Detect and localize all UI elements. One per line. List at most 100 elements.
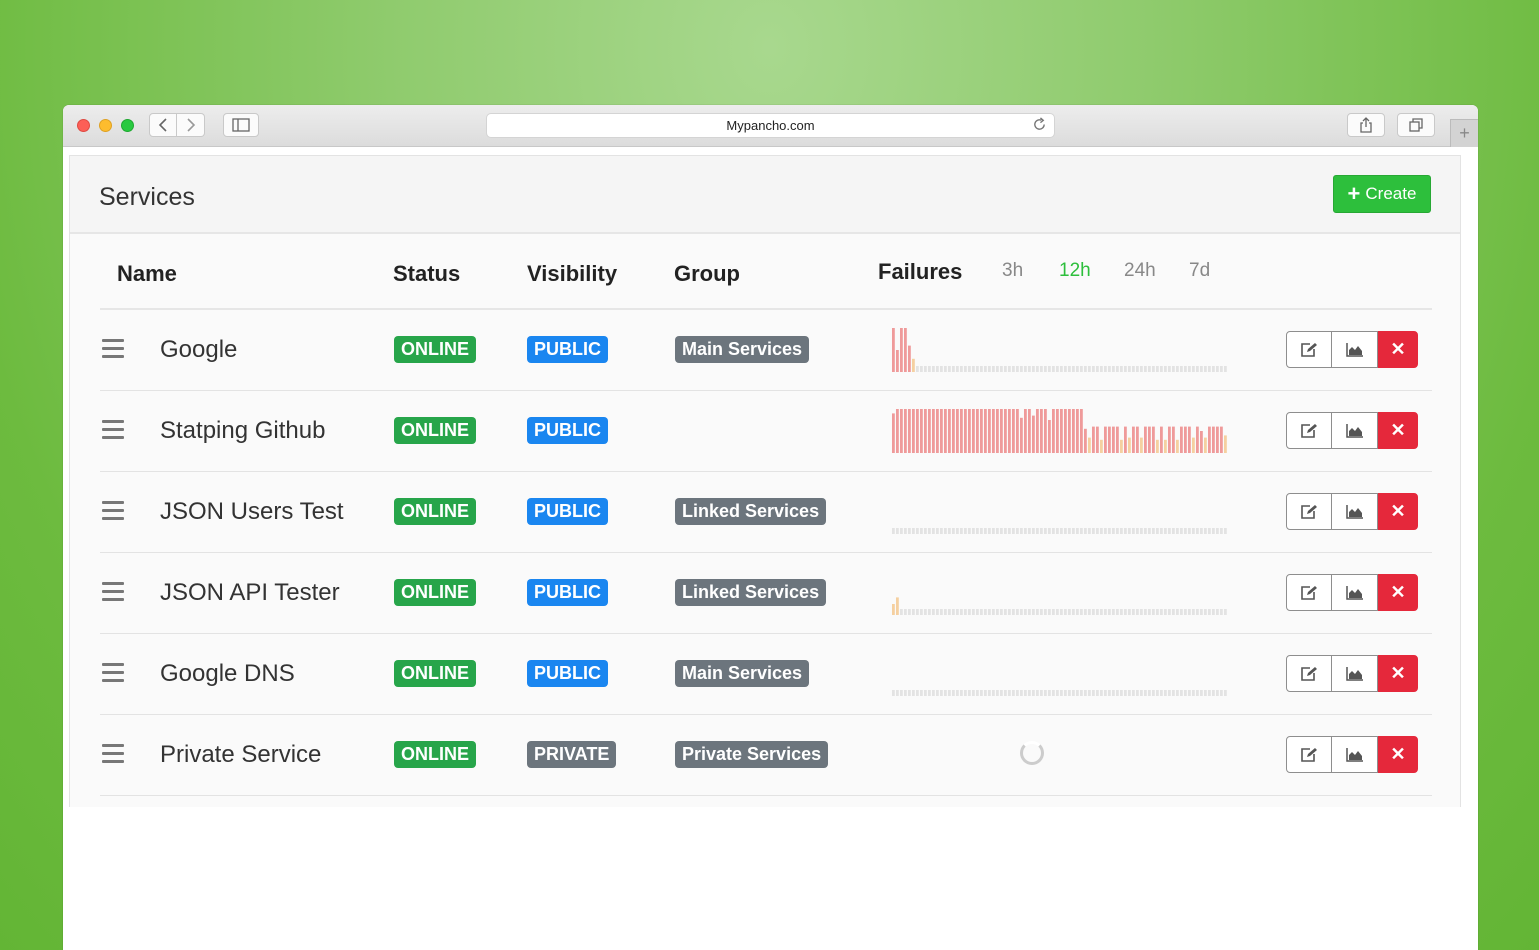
failure-bar bbox=[1216, 690, 1219, 696]
chart-button[interactable] bbox=[1332, 412, 1378, 449]
page-title: Services bbox=[99, 183, 195, 211]
sidebar-toggle-button[interactable] bbox=[223, 113, 259, 137]
range-7d[interactable]: 7d bbox=[1189, 260, 1210, 282]
failure-bar bbox=[940, 690, 943, 696]
close-window-button[interactable] bbox=[77, 119, 90, 132]
chart-button[interactable] bbox=[1332, 331, 1378, 368]
failure-bar bbox=[940, 366, 943, 372]
service-name[interactable]: JSON Users Test bbox=[160, 498, 344, 526]
failure-bar bbox=[956, 409, 959, 453]
failure-bar bbox=[988, 366, 991, 372]
service-name[interactable]: Google bbox=[160, 336, 237, 364]
failure-bar bbox=[1204, 366, 1207, 372]
failure-bar bbox=[1044, 366, 1047, 372]
area-chart-icon bbox=[1345, 666, 1363, 681]
area-chart-icon bbox=[1345, 423, 1363, 438]
failure-bar bbox=[1172, 609, 1175, 615]
edit-button[interactable] bbox=[1286, 655, 1332, 692]
column-header-group[interactable]: Group bbox=[674, 261, 740, 287]
failure-bar bbox=[1072, 366, 1075, 372]
failure-bar bbox=[932, 409, 935, 453]
delete-button[interactable]: ✕ bbox=[1378, 331, 1418, 368]
back-button[interactable] bbox=[149, 113, 177, 137]
zoom-window-button[interactable] bbox=[121, 119, 134, 132]
plus-icon: + bbox=[1459, 123, 1470, 143]
failure-bar bbox=[1068, 690, 1071, 696]
edit-icon bbox=[1301, 423, 1317, 438]
row-actions: ✕ bbox=[1286, 655, 1418, 692]
failure-bar bbox=[908, 690, 911, 696]
failure-bar bbox=[992, 409, 995, 453]
share-button[interactable] bbox=[1347, 113, 1385, 137]
failure-bar bbox=[1036, 690, 1039, 696]
chart-button[interactable] bbox=[1332, 574, 1378, 611]
failure-bar bbox=[908, 609, 911, 615]
table-row: Google DNS ONLINE PUBLIC Main Services ✕ bbox=[100, 634, 1432, 715]
failure-bar bbox=[960, 528, 963, 534]
delete-button[interactable]: ✕ bbox=[1378, 412, 1418, 449]
drag-handle-icon[interactable] bbox=[102, 744, 124, 768]
delete-button[interactable]: ✕ bbox=[1378, 736, 1418, 773]
reload-icon[interactable] bbox=[1032, 117, 1047, 132]
delete-button[interactable]: ✕ bbox=[1378, 493, 1418, 530]
edit-button[interactable] bbox=[1286, 736, 1332, 773]
failure-bar bbox=[912, 690, 915, 696]
service-name[interactable]: Statping Github bbox=[160, 417, 325, 445]
failure-bar bbox=[1000, 409, 1003, 453]
drag-handle-icon[interactable] bbox=[102, 420, 124, 444]
range-3h[interactable]: 3h bbox=[1002, 260, 1023, 282]
forward-button[interactable] bbox=[177, 113, 205, 137]
drag-handle-icon[interactable] bbox=[102, 582, 124, 606]
drag-handle-icon[interactable] bbox=[102, 501, 124, 525]
failure-bar bbox=[1204, 528, 1207, 534]
browser-titlebar: Mypancho.com + bbox=[63, 105, 1478, 147]
failure-bar bbox=[1208, 609, 1211, 615]
failure-bar bbox=[1144, 690, 1147, 696]
failure-bar bbox=[900, 328, 903, 372]
delete-button[interactable]: ✕ bbox=[1378, 574, 1418, 611]
minimize-window-button[interactable] bbox=[99, 119, 112, 132]
chart-button[interactable] bbox=[1332, 655, 1378, 692]
edit-button[interactable] bbox=[1286, 331, 1332, 368]
failure-bar bbox=[912, 409, 915, 453]
show-tabs-button[interactable] bbox=[1397, 113, 1435, 137]
edit-button[interactable] bbox=[1286, 493, 1332, 530]
failure-bar bbox=[964, 409, 967, 453]
failure-bar bbox=[1016, 528, 1019, 534]
address-bar[interactable]: Mypancho.com bbox=[486, 113, 1055, 138]
failure-bar bbox=[1196, 690, 1199, 696]
edit-button[interactable] bbox=[1286, 412, 1332, 449]
share-icon bbox=[1360, 117, 1372, 133]
failure-bar bbox=[1188, 426, 1191, 453]
failure-bar bbox=[1080, 409, 1083, 453]
create-button[interactable]: + Create bbox=[1333, 175, 1431, 213]
failure-bar bbox=[1028, 528, 1031, 534]
chart-button[interactable] bbox=[1332, 736, 1378, 773]
failure-bar bbox=[964, 366, 967, 372]
edit-button[interactable] bbox=[1286, 574, 1332, 611]
failure-bar bbox=[956, 690, 959, 696]
failure-bar bbox=[1052, 409, 1055, 453]
column-header-status[interactable]: Status bbox=[393, 261, 460, 287]
service-name[interactable]: Private Service bbox=[160, 741, 321, 769]
failure-bar bbox=[1112, 426, 1115, 453]
failure-bar bbox=[916, 366, 919, 372]
failure-bar bbox=[1136, 426, 1139, 453]
failure-bar bbox=[1116, 690, 1119, 696]
column-header-name[interactable]: Name bbox=[117, 261, 177, 287]
chart-button[interactable] bbox=[1332, 493, 1378, 530]
failure-bar bbox=[1180, 426, 1183, 453]
new-tab-button[interactable]: + bbox=[1450, 119, 1478, 147]
drag-handle-icon[interactable] bbox=[102, 663, 124, 687]
range-12h[interactable]: 12h bbox=[1059, 260, 1091, 282]
service-name[interactable]: Google DNS bbox=[160, 660, 295, 688]
failure-bar bbox=[1188, 528, 1191, 534]
drag-handle-icon[interactable] bbox=[102, 339, 124, 363]
delete-button[interactable]: ✕ bbox=[1378, 655, 1418, 692]
failure-bar bbox=[1144, 528, 1147, 534]
failure-bar bbox=[1084, 609, 1087, 615]
range-24h[interactable]: 24h bbox=[1124, 260, 1156, 282]
service-name[interactable]: JSON API Tester bbox=[160, 579, 340, 607]
failure-bar bbox=[1036, 366, 1039, 372]
column-header-visibility[interactable]: Visibility bbox=[527, 261, 617, 287]
